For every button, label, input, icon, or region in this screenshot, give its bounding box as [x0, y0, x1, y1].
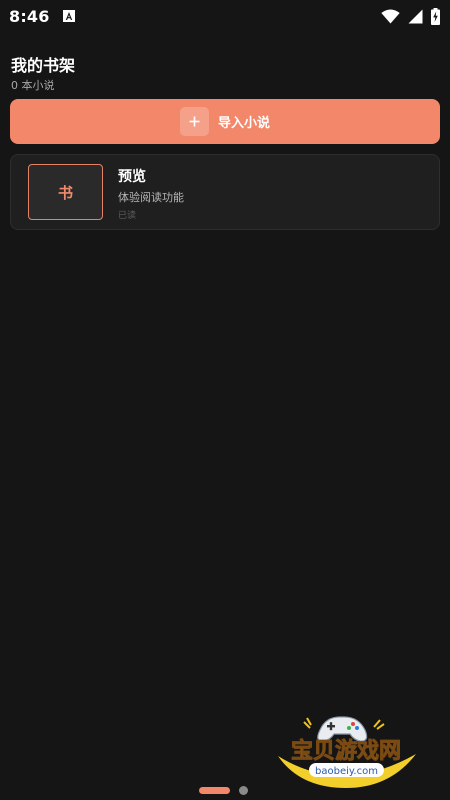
signal-icon	[408, 9, 423, 24]
book-cover-char: 书	[57, 183, 73, 202]
battery-charging-icon	[431, 7, 440, 25]
book-count: 0 本小说	[11, 79, 55, 92]
page-dot[interactable]	[239, 786, 248, 795]
page-dot-active[interactable]	[199, 787, 230, 794]
book-read-status: 已读	[118, 211, 137, 221]
notification-icon	[62, 10, 75, 22]
plus-icon	[179, 107, 209, 136]
book-cover: 书	[28, 164, 103, 220]
page-indicator	[199, 786, 248, 795]
book-description: 体验阅读功能	[118, 191, 184, 204]
watermark-logo: 宝贝游戏网 baobeiy.com	[270, 700, 422, 790]
status-time: 8:46	[9, 6, 50, 26]
book-card[interactable]: 书 预览 体验阅读功能 已读	[10, 154, 440, 230]
status-icons	[381, 7, 440, 25]
page-title: 我的书架	[11, 56, 76, 75]
import-novel-label: 导入小说	[217, 116, 270, 131]
status-bar: 8:46	[0, 0, 450, 32]
svg-text:宝贝游戏网: 宝贝游戏网	[291, 738, 401, 764]
svg-text:baobeiy.com: baobeiy.com	[315, 766, 378, 777]
import-novel-button[interactable]: 导入小说	[10, 99, 440, 144]
book-title: 预览	[118, 169, 146, 185]
wifi-icon	[381, 9, 400, 24]
